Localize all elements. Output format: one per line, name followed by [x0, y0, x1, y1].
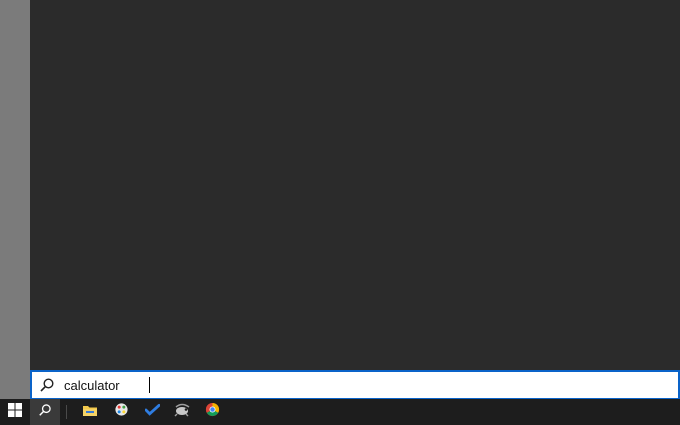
- text-caret: [149, 377, 150, 393]
- folder-icon: [82, 403, 98, 422]
- taskbar: [0, 399, 680, 425]
- taskbar-separator: [66, 405, 67, 419]
- search-icon: [38, 403, 52, 422]
- search-icon: [32, 372, 62, 398]
- taskbar-chrome-browser[interactable]: [200, 399, 224, 425]
- taskbar-file-explorer[interactable]: [78, 399, 102, 425]
- taskbar-todo-app[interactable]: [140, 399, 164, 425]
- checkmark-icon: [144, 403, 160, 422]
- taskbar-chameleon-app[interactable]: [170, 399, 194, 425]
- taskbar-search-button[interactable]: [30, 399, 60, 425]
- start-menu-left-rail: [0, 0, 30, 400]
- chrome-icon: [205, 402, 220, 422]
- windows-icon: [8, 402, 22, 422]
- desktop-screen: [0, 0, 680, 425]
- search-box[interactable]: [30, 370, 680, 400]
- start-button[interactable]: [0, 399, 30, 425]
- taskbar-paint-app[interactable]: [109, 399, 133, 425]
- chameleon-icon: [174, 403, 191, 422]
- palette-icon: [114, 402, 129, 422]
- search-results-panel: [30, 0, 680, 370]
